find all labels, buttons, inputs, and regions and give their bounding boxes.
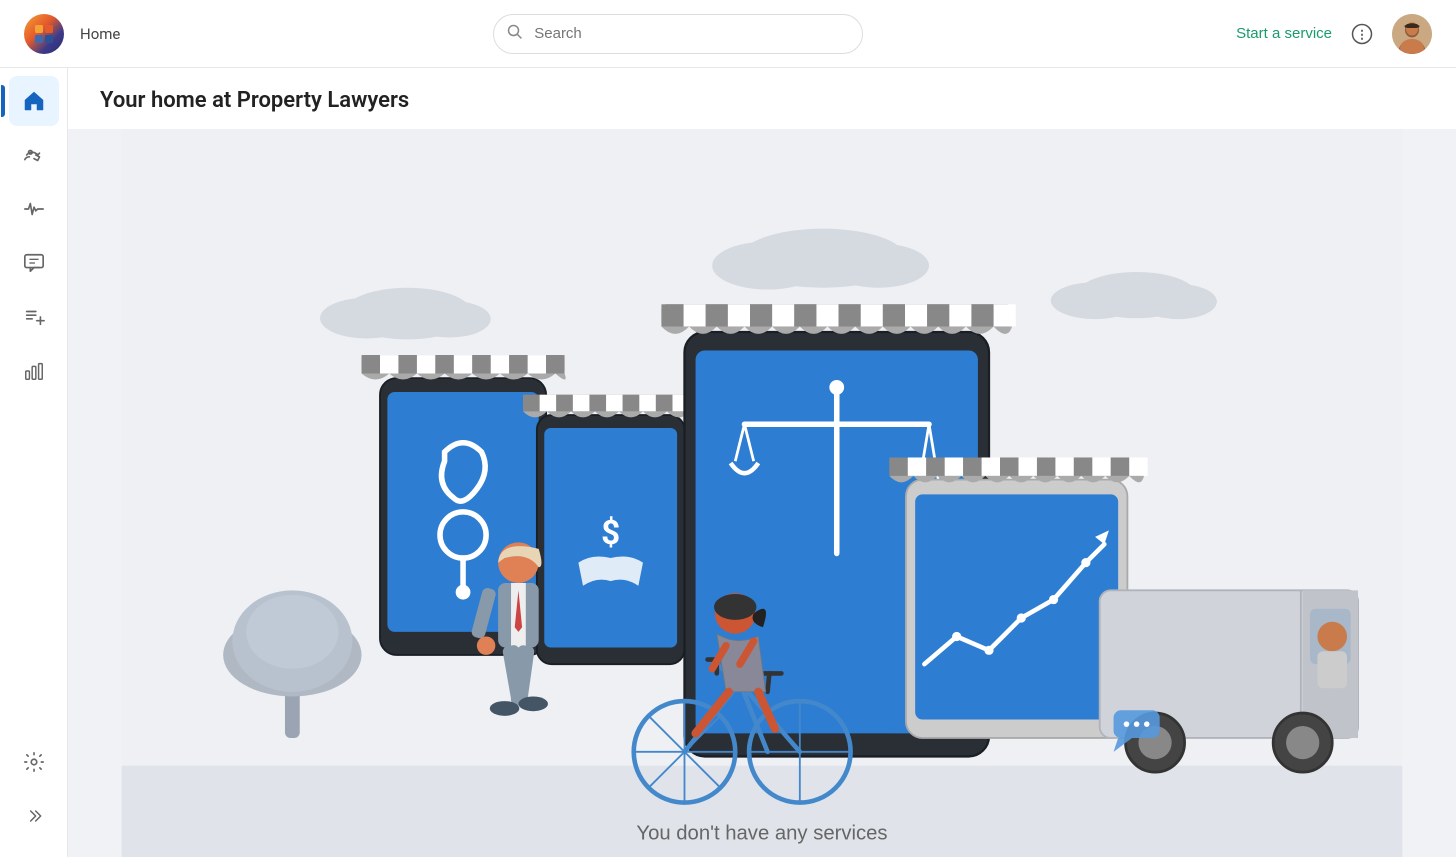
sidebar-item-settings[interactable]: [9, 737, 59, 787]
home-link[interactable]: Home: [80, 25, 120, 43]
sidebar-item-messages[interactable]: [9, 238, 59, 288]
content-area: Your home at Property Lawyers: [68, 68, 1456, 857]
svg-text:You don't have any services: You don't have any services: [636, 822, 887, 844]
hero-illustration: $: [68, 129, 1456, 857]
sidebar-item-home[interactable]: [9, 76, 59, 126]
start-service-button[interactable]: Start a service: [1236, 25, 1332, 42]
info-icon[interactable]: ⋮: [1348, 20, 1376, 48]
nav-right-actions: Start a service ⋮: [1236, 14, 1432, 54]
sidebar-item-add-list[interactable]: [9, 292, 59, 342]
search-bar-container: [493, 14, 863, 54]
search-input[interactable]: [493, 14, 863, 54]
app-logo[interactable]: [24, 14, 64, 54]
main-layout: Your home at Property Lawyers: [0, 68, 1456, 857]
sidebar-item-expand[interactable]: [9, 791, 59, 841]
user-avatar[interactable]: [1392, 14, 1432, 54]
search-icon: [507, 24, 523, 44]
page-title-bar: Your home at Property Lawyers: [68, 68, 1456, 129]
svg-text:$: $: [601, 514, 620, 553]
sidebar-item-services[interactable]: [9, 130, 59, 180]
sidebar-bottom: [9, 737, 59, 849]
sidebar-item-analytics[interactable]: [9, 346, 59, 396]
illustration-area: $: [68, 129, 1456, 857]
sidebar-item-activity[interactable]: [9, 184, 59, 234]
page-title: Your home at Property Lawyers: [100, 88, 1424, 113]
sidebar: [0, 68, 68, 857]
top-navigation: Home Start a service ⋮: [0, 0, 1456, 68]
svg-text:⋮: ⋮: [1356, 27, 1368, 41]
